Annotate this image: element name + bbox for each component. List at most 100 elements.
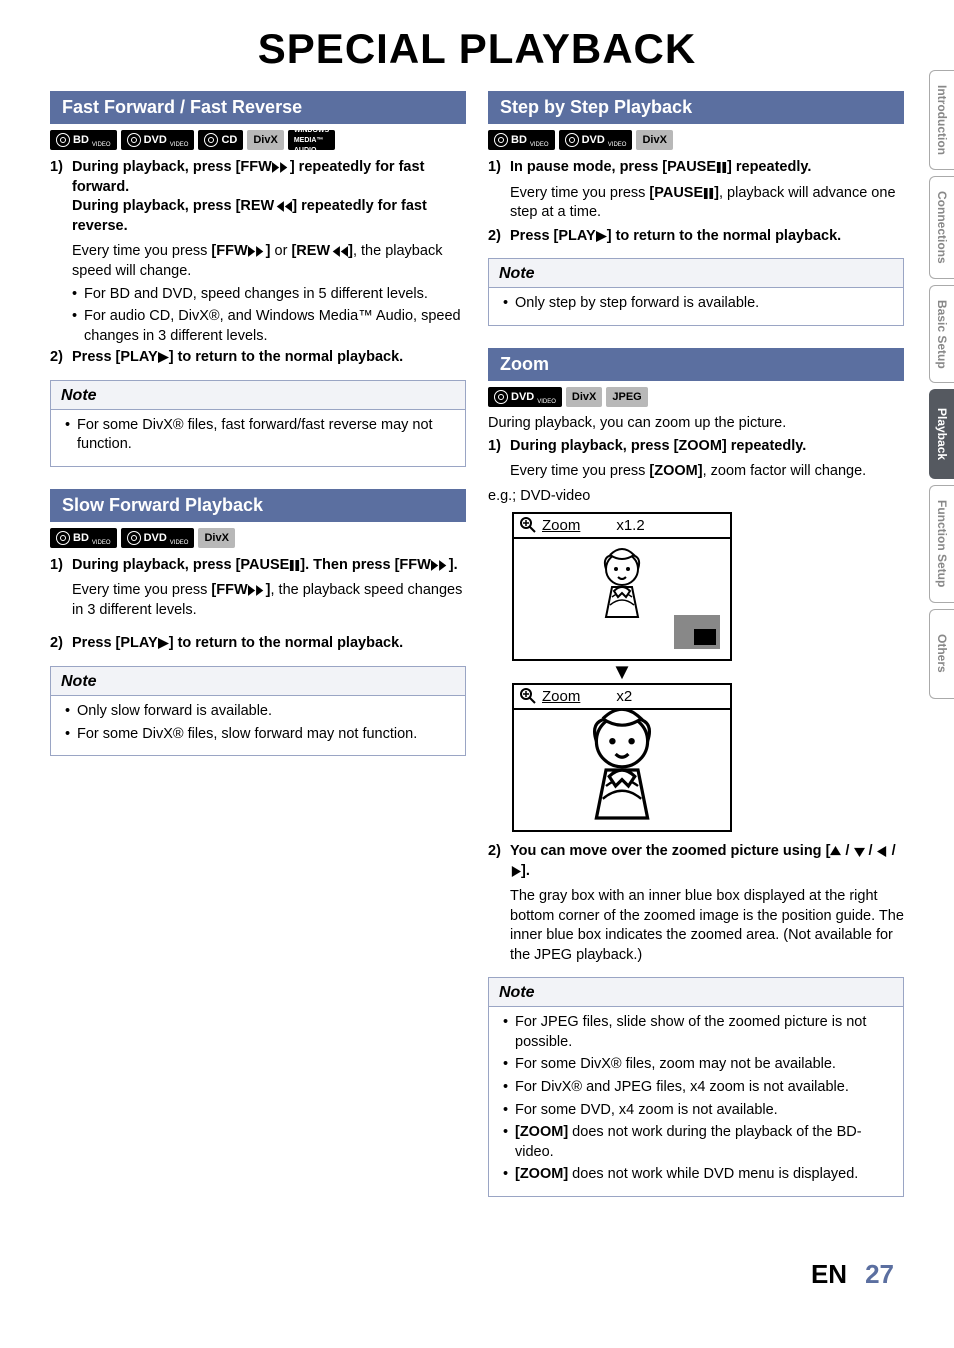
ffw-step-2: 2) Press [PLAY] to return to the normal … xyxy=(50,348,466,368)
note-title: Note xyxy=(51,381,465,410)
note-item: For some DVD, x4 zoom is not available. xyxy=(503,1101,889,1121)
zoom-frame-1: Zoom x1.2 xyxy=(512,512,732,661)
play-icon xyxy=(596,231,607,242)
note-item: For some DivX® files, fast forward/fast … xyxy=(65,416,451,455)
disc-icon xyxy=(204,133,218,147)
badge-bd: BDVIDEO xyxy=(488,130,555,150)
section-header-zoom: Zoom xyxy=(488,348,904,381)
ffw-bullet-1: For BD and DVD, speed changes in 5 diffe… xyxy=(50,285,466,305)
zoom-example: Zoom x1.2 ▼ Zoom x2 xyxy=(512,512,904,832)
note-box-ffw: Note For some DivX® files, fast forward/… xyxy=(50,380,466,467)
badge-divx: DivX xyxy=(566,387,602,407)
rew-icon xyxy=(330,246,348,257)
disc-icon xyxy=(56,531,70,545)
slow-step-1-desc: Every time you press [FFW], the playback… xyxy=(50,581,466,620)
note-box-zoom: Note For JPEG files, slide show of the z… xyxy=(488,977,904,1197)
play-icon xyxy=(158,352,169,363)
section-header-ffw: Fast Forward / Fast Reverse xyxy=(50,91,466,124)
pause-icon xyxy=(289,560,300,571)
badge-row-ffw: BDVIDEO DVDVIDEO CD DivX WINDOWSMEDIA™AU… xyxy=(50,130,466,150)
ffw-icon xyxy=(272,162,290,173)
section-header-slow: Slow Forward Playback xyxy=(50,489,466,522)
note-title: Note xyxy=(489,259,903,288)
section-header-step: Step by Step Playback xyxy=(488,91,904,124)
badge-bd: BDVIDEO xyxy=(50,528,117,548)
slow-step-2: 2) Press [PLAY] to return to the normal … xyxy=(50,634,466,654)
disc-icon xyxy=(565,133,579,147)
badge-jpeg: JPEG xyxy=(606,387,647,407)
tab-others[interactable]: Others xyxy=(929,609,954,699)
zoom-value-2: x2 xyxy=(616,688,632,705)
badge-dvd: DVDVIDEO xyxy=(121,130,195,150)
left-icon xyxy=(877,846,888,857)
badge-row-zoom: DVDVIDEO DivX JPEG xyxy=(488,387,904,407)
position-guide xyxy=(674,615,720,649)
badge-divx: DivX xyxy=(198,528,234,548)
tab-connections[interactable]: Connections xyxy=(929,176,954,279)
ffw-icon xyxy=(248,246,266,257)
zoom-intro: During playback, you can zoom up the pic… xyxy=(488,415,904,431)
badge-dvd: DVDVIDEO xyxy=(488,387,562,407)
pause-icon xyxy=(716,162,727,173)
disc-icon xyxy=(127,531,141,545)
disc-icon xyxy=(494,133,508,147)
page-footer: EN 27 xyxy=(50,1259,904,1290)
footer-lang: EN xyxy=(811,1259,847,1290)
badge-row-slow: BDVIDEO DVDVIDEO DivX xyxy=(50,528,466,548)
footer-page-number: 27 xyxy=(865,1259,894,1290)
side-tabs: Introduction Connections Basic Setup Pla… xyxy=(929,70,954,699)
tab-function-setup[interactable]: Function Setup xyxy=(929,485,954,602)
zoom-value-1: x1.2 xyxy=(616,517,644,534)
badge-row-step: BDVIDEO DVDVIDEO DivX xyxy=(488,130,904,150)
zoom-label: Zoom xyxy=(542,688,580,705)
zoom-label: Zoom xyxy=(542,517,580,534)
badge-bd: BDVIDEO xyxy=(50,130,117,150)
badge-dvd: DVDVIDEO xyxy=(121,528,195,548)
slow-step-1: 1) During playback, press [PAUSE]. Then … xyxy=(50,556,466,576)
ffw-icon xyxy=(431,560,449,571)
ffw-step-1: 1) During playback, press [FFW] repeated… xyxy=(50,158,466,236)
tab-basic-setup[interactable]: Basic Setup xyxy=(929,285,954,384)
ffw-step-1-desc: Every time you press [FFW] or [REW], the… xyxy=(50,242,466,281)
tab-introduction[interactable]: Introduction xyxy=(929,70,954,170)
badge-cd: CD xyxy=(198,130,243,150)
note-item: For some DivX® files, zoom may not be av… xyxy=(503,1055,889,1075)
note-item: [ZOOM] does not work while DVD menu is d… xyxy=(503,1165,889,1185)
disc-icon xyxy=(494,390,508,404)
illustration-girl xyxy=(592,547,652,627)
note-box-step: Note Only step by step forward is availa… xyxy=(488,258,904,326)
illustration-girl-zoomed xyxy=(574,710,670,830)
step-step-1: 1) In pause mode, press [PAUSE] repeated… xyxy=(488,158,904,178)
up-icon xyxy=(830,846,841,857)
note-item: For DivX® and JPEG files, x4 zoom is not… xyxy=(503,1078,889,1098)
badge-wma: WINDOWSMEDIA™AUDIO xyxy=(288,130,335,150)
ffw-icon xyxy=(248,585,266,596)
note-box-slow: Note Only slow forward is available. For… xyxy=(50,666,466,756)
tab-playback[interactable]: Playback xyxy=(929,389,954,479)
down-arrow-icon: ▼ xyxy=(512,663,732,681)
note-item: [ZOOM] does not work during the playback… xyxy=(503,1123,889,1162)
page-title: SPECIAL PLAYBACK xyxy=(50,25,904,73)
disc-icon xyxy=(56,133,70,147)
note-title: Note xyxy=(489,978,903,1007)
zoom-step-2: 2) You can move over the zoomed picture … xyxy=(488,842,904,881)
note-item: Only step by step forward is available. xyxy=(503,294,889,314)
step-step-1-desc: Every time you press [PAUSE], playback w… xyxy=(488,184,904,223)
zoom-step-1: 1) During playback, press [ZOOM] repeate… xyxy=(488,437,904,457)
right-column: Step by Step Playback BDVIDEO DVDVIDEO D… xyxy=(488,91,904,1219)
zoom-step-2-desc: The gray box with an inner blue box disp… xyxy=(488,887,904,965)
badge-dvd: DVDVIDEO xyxy=(559,130,633,150)
right-icon xyxy=(510,866,521,877)
magnifier-icon xyxy=(520,517,536,533)
note-title: Note xyxy=(51,667,465,696)
left-column: Fast Forward / Fast Reverse BDVIDEO DVDV… xyxy=(50,91,466,1219)
zoom-frame-2: Zoom x2 xyxy=(512,683,732,832)
disc-icon xyxy=(127,133,141,147)
note-item: Only slow forward is available. xyxy=(65,702,451,722)
down-icon xyxy=(854,846,865,857)
step-step-2: 2) Press [PLAY] to return to the normal … xyxy=(488,227,904,247)
note-item: For JPEG files, slide show of the zoomed… xyxy=(503,1013,889,1052)
zoom-eg-label: e.g.; DVD-video xyxy=(488,488,904,504)
pause-icon xyxy=(703,188,714,199)
play-icon xyxy=(158,638,169,649)
